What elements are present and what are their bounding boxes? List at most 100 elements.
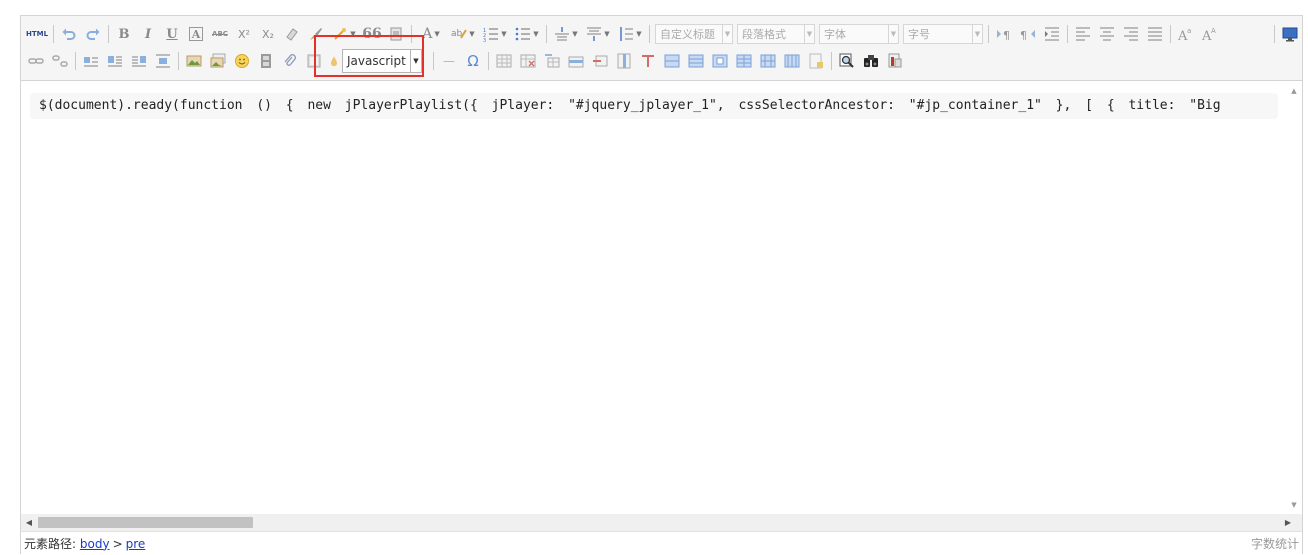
chevron-down-icon: ▼ xyxy=(636,30,642,38)
font-border-button[interactable]: A xyxy=(189,27,203,41)
ltr-button[interactable]: ¶ xyxy=(994,24,1014,44)
blockquote-button[interactable]: 66 xyxy=(362,24,382,44)
custom-heading-select[interactable]: 自定义标题 ▼ xyxy=(655,24,733,44)
redo-button[interactable] xyxy=(83,24,103,44)
rtl-icon: ¶ xyxy=(1020,29,1035,42)
insert-image-button[interactable] xyxy=(184,51,204,71)
insert-video-button[interactable] xyxy=(256,51,276,71)
align-center-icon xyxy=(1100,27,1114,41)
scroll-up-arrow[interactable]: ▲ xyxy=(1286,84,1302,98)
subscript-button[interactable]: X₂ xyxy=(258,24,278,44)
toolbar-row-1: HTML B I U A ABC X² X₂ ▼ 66 A ▼ ab ▼ 1 2… xyxy=(24,23,1302,45)
path-link-pre[interactable]: pre xyxy=(126,537,146,551)
uppercase-button[interactable]: Aa xyxy=(1176,24,1196,44)
link-icon xyxy=(28,58,44,64)
brush-icon xyxy=(310,28,322,40)
font-family-select[interactable]: 字体 ▼ xyxy=(819,24,899,44)
horizontal-rule-button[interactable]: — xyxy=(439,51,459,71)
insert-row-button[interactable] xyxy=(566,51,586,71)
merge-down-button[interactable] xyxy=(710,51,730,71)
align-left-button[interactable] xyxy=(1073,24,1093,44)
source-html-button[interactable]: HTML xyxy=(26,24,48,44)
delete-row-button[interactable] xyxy=(590,51,610,71)
split-to-cols-button[interactable] xyxy=(758,51,778,71)
scroll-right-arrow[interactable]: ▶ xyxy=(1280,514,1296,531)
merge-cells-button[interactable] xyxy=(662,51,682,71)
image-float-right-button[interactable] xyxy=(129,51,149,71)
insert-col-button[interactable] xyxy=(614,51,634,71)
multi-image-button[interactable] xyxy=(208,51,228,71)
undo-icon xyxy=(62,28,76,40)
link-button[interactable] xyxy=(26,51,46,71)
image-float-none-button[interactable] xyxy=(81,51,101,71)
undo-button[interactable] xyxy=(59,24,79,44)
bold-button[interactable]: B xyxy=(114,24,134,44)
rtl-button[interactable]: ¶ xyxy=(1018,24,1038,44)
align-right-button[interactable] xyxy=(1121,24,1141,44)
word-count[interactable]: 字数统计 xyxy=(1251,535,1299,552)
font-size-select[interactable]: 字号 ▼ xyxy=(903,24,983,44)
path-link-body[interactable]: body xyxy=(80,537,110,551)
special-char-button[interactable]: Ω xyxy=(463,51,483,71)
code-language-select[interactable]: Javascript ▼ xyxy=(342,49,422,73)
scrollbar-thumb[interactable] xyxy=(38,517,253,528)
fullscreen-button[interactable] xyxy=(1280,24,1300,44)
eraser-icon xyxy=(286,28,298,41)
align-justify-button[interactable] xyxy=(1145,24,1165,44)
chevron-down-icon: ▼ xyxy=(888,25,898,43)
insert-col-icon xyxy=(617,53,631,69)
smiley-icon xyxy=(235,54,249,68)
align-center-button[interactable] xyxy=(1097,24,1117,44)
frame-icon xyxy=(307,54,321,68)
underline-button[interactable]: U xyxy=(162,24,182,44)
auto-format-dropdown[interactable]: ▼ xyxy=(330,24,358,44)
insert-code-button[interactable] xyxy=(328,51,340,71)
indent-button[interactable] xyxy=(1042,24,1062,44)
clear-format-button[interactable] xyxy=(282,24,302,44)
line-height-dropdown[interactable]: ▼ xyxy=(616,24,644,44)
editor-content-area[interactable]: $(document).ready(function () { new jPla… xyxy=(21,82,1286,514)
paragraph-before-table-icon xyxy=(545,54,560,68)
format-painter-button[interactable] xyxy=(306,24,326,44)
paragraph-format-select[interactable]: 段落格式 ▼ xyxy=(737,24,815,44)
font-color-dropdown[interactable]: A ▼ xyxy=(417,24,445,44)
vertical-scrollbar[interactable]: ▲ ▼ xyxy=(1286,82,1302,514)
superscript-button[interactable]: X² xyxy=(234,24,254,44)
image-center-icon xyxy=(156,54,170,68)
italic-button[interactable]: I xyxy=(138,24,158,44)
split-to-rows-button[interactable] xyxy=(734,51,754,71)
insert-paragraph-before-table-button[interactable] xyxy=(542,51,562,71)
attachment-button[interactable] xyxy=(280,51,300,71)
highlight-color-dropdown[interactable]: ab ▼ xyxy=(449,24,477,44)
ordered-list-dropdown[interactable]: 123 ▼ xyxy=(481,24,509,44)
horizontal-scrollbar[interactable]: ◀ ▶ xyxy=(21,514,1302,531)
emotion-button[interactable] xyxy=(232,51,252,71)
split-cells-button[interactable] xyxy=(782,51,802,71)
chart-icon xyxy=(809,53,823,69)
chart-button[interactable] xyxy=(806,51,826,71)
strikethrough-button[interactable]: ABC xyxy=(210,24,230,44)
search-replace-button[interactable] xyxy=(861,51,881,71)
path-separator: > xyxy=(112,536,123,551)
scroll-left-arrow[interactable]: ◀ xyxy=(21,514,37,531)
scroll-down-arrow[interactable]: ▼ xyxy=(1286,498,1302,512)
draft-button[interactable] xyxy=(885,51,905,71)
insert-frame-button[interactable] xyxy=(304,51,324,71)
unordered-list-dropdown[interactable]: ▼ xyxy=(513,24,541,44)
preview-button[interactable] xyxy=(837,51,857,71)
code-block[interactable]: $(document).ready(function () { new jPla… xyxy=(30,93,1278,119)
insert-table-button[interactable] xyxy=(494,51,514,71)
separator xyxy=(411,25,412,43)
unlink-button[interactable] xyxy=(50,51,70,71)
separator xyxy=(1274,25,1275,43)
image-float-left-button[interactable] xyxy=(105,51,125,71)
delete-table-button[interactable] xyxy=(518,51,538,71)
paragraph-spacing-top-dropdown[interactable]: ▼ xyxy=(552,24,580,44)
delete-col-button[interactable] xyxy=(638,51,658,71)
image-center-button[interactable] xyxy=(153,51,173,71)
lowercase-button[interactable]: AA xyxy=(1200,24,1220,44)
merge-right-button[interactable] xyxy=(686,51,706,71)
paste-plain-button[interactable] xyxy=(386,24,406,44)
paragraph-spacing-bottom-dropdown[interactable]: ▼ xyxy=(584,24,612,44)
separator xyxy=(988,25,989,43)
